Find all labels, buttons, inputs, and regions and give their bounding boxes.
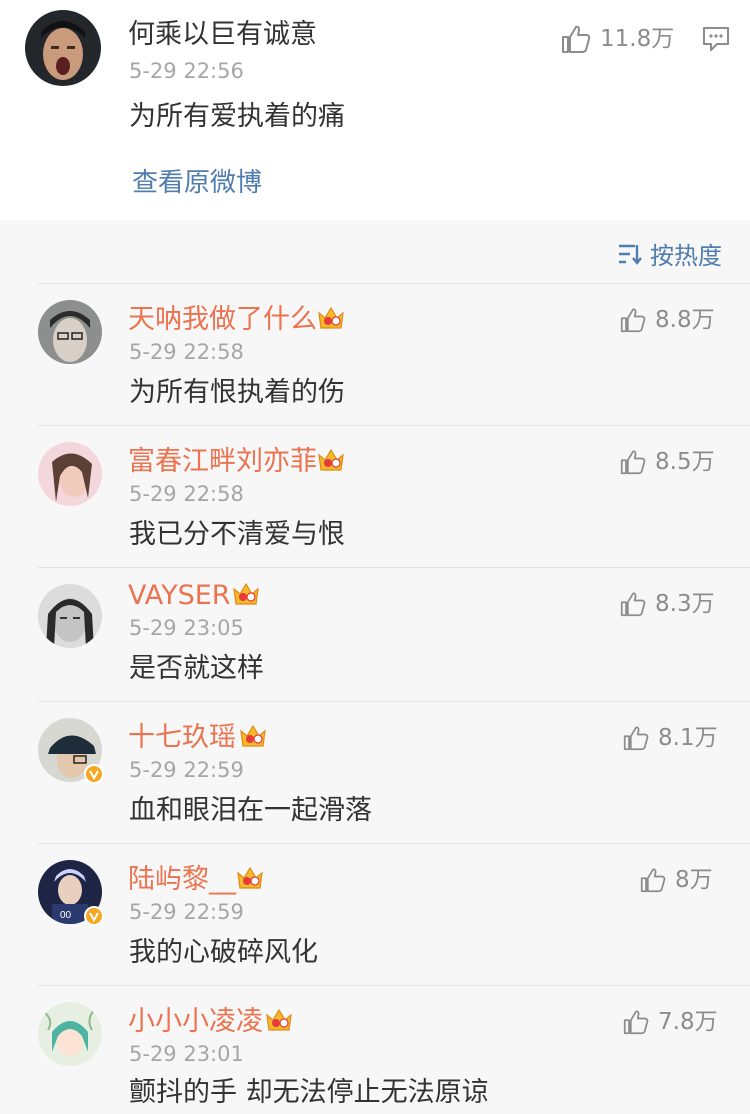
- avatar[interactable]: [38, 1002, 102, 1066]
- comment-like-button[interactable]: 8.5万: [619, 447, 715, 477]
- divider: [38, 283, 750, 284]
- verified-badge-icon: [84, 764, 104, 788]
- comment-like-button[interactable]: 8.3万: [619, 589, 715, 619]
- sort-by-hot[interactable]: 按热度: [618, 236, 722, 271]
- comment-like-count: 8.5万: [655, 449, 715, 475]
- comment-time: 5-29 22:59: [129, 900, 244, 924]
- post-like-count: 11.8万: [600, 26, 675, 52]
- avatar[interactable]: [38, 300, 102, 364]
- comment-like-count: 7.8万: [658, 1009, 718, 1035]
- comment-text: 我的心破碎风化: [129, 937, 318, 968]
- comment-time: 5-29 22:58: [129, 340, 244, 364]
- crown-badge-icon: [316, 303, 346, 337]
- comment-username[interactable]: VAYSER: [128, 579, 231, 613]
- comment-like-count: 8.1万: [658, 725, 718, 751]
- post-time: 5-29 22:56: [129, 59, 244, 83]
- avatar[interactable]: [25, 10, 101, 86]
- comment-text: 为所有恨执着的伤: [129, 377, 345, 408]
- divider: [38, 843, 750, 844]
- comment-username[interactable]: 十七玖瑶: [128, 721, 236, 755]
- comment-like-button[interactable]: 8.8万: [619, 305, 715, 335]
- post-username[interactable]: 何乘以巨有诚意: [128, 18, 317, 52]
- comment-like-count: 8万: [675, 867, 713, 893]
- comment-time: 5-29 22:59: [129, 758, 244, 782]
- thumbs-up-icon: [623, 1010, 649, 1035]
- divider: [38, 701, 750, 702]
- divider: [38, 425, 750, 426]
- sort-label: 按热度: [650, 242, 722, 270]
- original-post: 何乘以巨有诚意 5-29 22:56 为所有爱执着的痛 11.8万 查看原微博: [0, 0, 750, 220]
- comment-text: 颤抖的手 却无法停止无法原谅: [129, 1077, 489, 1108]
- comment-like-button[interactable]: 8.1万: [622, 723, 718, 753]
- post-text: 为所有爱执着的痛: [129, 101, 345, 132]
- comment-text: 是否就这样: [129, 653, 264, 684]
- divider: [38, 985, 750, 986]
- crown-badge-icon: [231, 579, 261, 613]
- comment-like-button[interactable]: 8万: [639, 865, 713, 895]
- view-original-link[interactable]: 查看原微博: [132, 162, 262, 199]
- crown-badge-icon: [264, 1005, 294, 1039]
- thumbs-up-icon: [620, 308, 646, 333]
- avatar[interactable]: [38, 442, 102, 506]
- comment-username[interactable]: 陆屿黎__: [128, 863, 236, 897]
- sort-icon: [619, 244, 642, 265]
- comment-username[interactable]: 天呐我做了什么: [128, 303, 317, 337]
- comment-username[interactable]: 富春江畔刘亦菲: [128, 445, 317, 479]
- divider: [38, 567, 750, 568]
- thumbs-up-icon: [620, 450, 646, 475]
- verified-badge-icon: [84, 906, 104, 930]
- comment-time: 5-29 22:58: [129, 482, 244, 506]
- comment-text: 血和眼泪在一起滑落: [129, 795, 372, 826]
- comment-text: 我已分不清爱与恨: [129, 519, 345, 550]
- crown-badge-icon: [235, 863, 265, 897]
- comment-like-count: 8.3万: [655, 591, 715, 617]
- thumbs-up-icon: [620, 592, 646, 617]
- crown-badge-icon: [238, 721, 268, 755]
- thumbs-up-icon: [640, 868, 666, 893]
- comment-icon[interactable]: [702, 26, 730, 56]
- comment-username[interactable]: 小小小凌凌: [128, 1005, 263, 1039]
- svg-text:00: 00: [60, 910, 72, 921]
- thumbs-up-icon: [562, 25, 591, 53]
- comment-like-count: 8.8万: [655, 307, 715, 333]
- post-like-button[interactable]: 11.8万: [560, 24, 674, 54]
- comment-like-button[interactable]: 7.8万: [622, 1007, 718, 1037]
- comment-time: 5-29 23:05: [129, 616, 244, 640]
- crown-badge-icon: [316, 445, 346, 479]
- avatar[interactable]: [38, 584, 102, 648]
- comment-time: 5-29 23:01: [129, 1042, 244, 1066]
- thumbs-up-icon: [623, 726, 649, 751]
